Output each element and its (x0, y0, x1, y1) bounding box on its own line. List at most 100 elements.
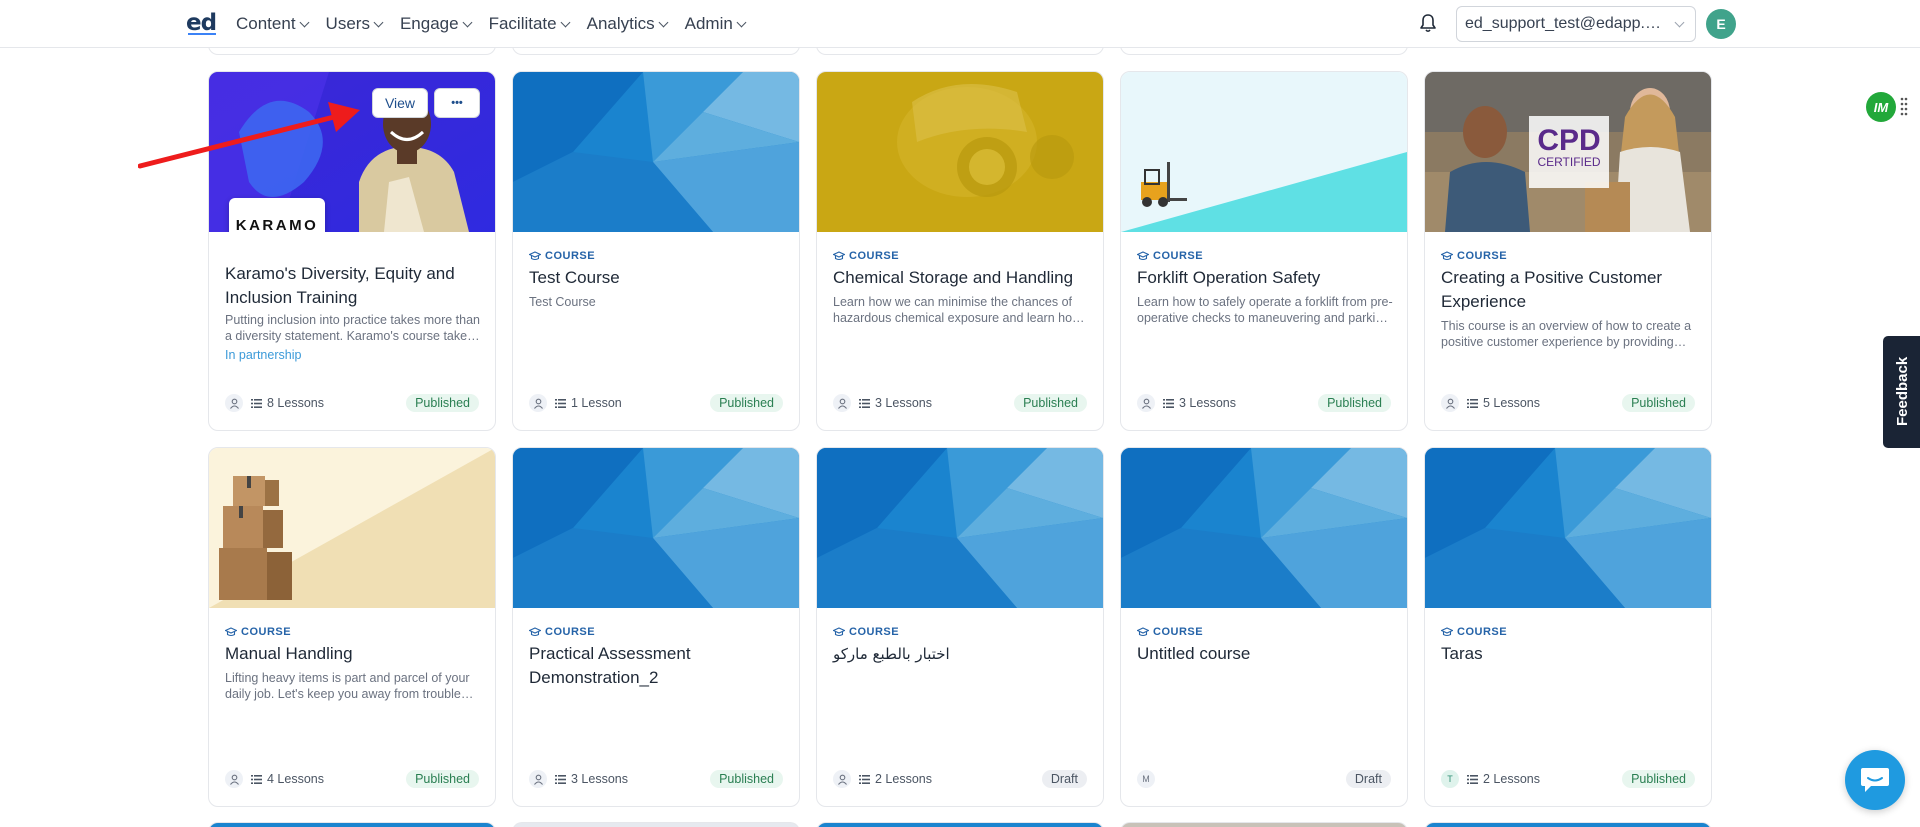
course-type-label: COURSE (241, 626, 292, 638)
user-icon (229, 398, 239, 409)
status-badge: Draft (1345, 770, 1391, 788)
red-arrow-annotation (138, 102, 360, 169)
nav-users[interactable]: Users (325, 14, 384, 34)
card-footer: 3 Lessons Published (833, 393, 1087, 413)
user-icon (533, 774, 543, 785)
nav-admin-label: Admin (684, 14, 733, 33)
lessons-label: 4 Lessons (267, 772, 324, 786)
chat-bubble-icon (1861, 768, 1889, 792)
course-card[interactable]: COURSE اختبار بالطبع ماركو 2 Lessons Dra… (816, 447, 1104, 807)
course-type-label: COURSE (1457, 250, 1508, 262)
more-options-button[interactable]: ••• (434, 88, 480, 118)
course-type-label: COURSE (1153, 626, 1204, 638)
course-description: Learn how we can minimise the chances of… (833, 295, 1082, 325)
list-icon (555, 774, 566, 784)
owner-avatar: T (1441, 770, 1459, 788)
partnership-label: In partnership (225, 348, 302, 362)
card-footer: 4 Lessons Published (225, 769, 479, 789)
course-type-label: COURSE (1153, 250, 1204, 262)
partner-logo: KARAMO (229, 198, 325, 232)
status-badge: Published (406, 770, 479, 788)
user-icon (229, 774, 239, 785)
feedback-tab[interactable]: Feedback (1883, 336, 1920, 448)
chevron-down-icon (736, 17, 747, 27)
list-icon (1467, 398, 1478, 408)
owner-avatar (1137, 394, 1155, 412)
chevron-down-icon (560, 17, 571, 27)
course-description: Putting inclusion into practice takes mo… (225, 313, 480, 343)
graduation-cap-icon (833, 627, 845, 637)
nav-admin[interactable]: Admin (684, 14, 747, 34)
owner-avatar (225, 394, 243, 412)
course-description: This course is an overview of how to cre… (1441, 319, 1692, 349)
course-type-tag: COURSE (1441, 250, 1507, 262)
drag-handle-icon[interactable] (1900, 96, 1908, 116)
card-partial-bottom (1424, 822, 1712, 827)
course-thumbnail (513, 448, 799, 608)
lessons-label: 8 Lessons (267, 396, 324, 410)
status-badge: Published (1318, 394, 1391, 412)
lessons-label: 1 Lesson (571, 396, 622, 410)
nav-users-label: Users (325, 14, 370, 33)
cpd-certified-logo: CPD CERTIFIED (1529, 116, 1609, 188)
course-description: Test Course (529, 295, 596, 309)
view-button[interactable]: View (372, 88, 428, 118)
lessons-label: 5 Lessons (1483, 396, 1540, 410)
card-footer: T 2 Lessons Published (1441, 769, 1695, 789)
owner-avatar (833, 770, 851, 788)
lessons-label: 3 Lessons (1179, 396, 1236, 410)
course-card[interactable]: COURSE Manual Handling Lifting heavy ite… (208, 447, 496, 807)
course-title: Forklift Operation Safety (1137, 268, 1321, 287)
graduation-cap-icon (1137, 251, 1149, 261)
im-extension-badge[interactable]: IM (1866, 92, 1896, 122)
card-footer: M Draft (1137, 769, 1391, 789)
status-badge: Published (406, 394, 479, 412)
owner-avatar (833, 394, 851, 412)
lessons-count: 5 Lessons (1467, 396, 1540, 410)
course-title: Practical Assessment Demonstration_2 (529, 644, 691, 687)
course-title: Creating a Positive Customer Experience (1441, 268, 1663, 311)
card-footer: 2 Lessons Draft (833, 769, 1087, 789)
user-icon (1141, 398, 1151, 409)
course-card[interactable]: COURSE Untitled course M Draft (1120, 447, 1408, 807)
course-description: Lifting heavy items is part and parcel o… (225, 671, 470, 701)
nav-facilitate[interactable]: Facilitate (488, 14, 571, 34)
course-card[interactable]: COURSE Test Course Test Course 1 Lesson … (512, 71, 800, 431)
course-type-label: COURSE (1457, 626, 1508, 638)
course-type-label: COURSE (545, 626, 596, 638)
card-footer: 3 Lessons Published (1137, 393, 1391, 413)
user-avatar[interactable]: E (1706, 9, 1736, 39)
graduation-cap-icon (1441, 627, 1453, 637)
course-type-label: COURSE (849, 626, 900, 638)
nav-content[interactable]: Content (236, 14, 309, 34)
lessons-label: 3 Lessons (571, 772, 628, 786)
course-card[interactable]: COURSE Taras T 2 Lessons Published (1424, 447, 1712, 807)
course-card[interactable]: COURSE Chemical Storage and Handling Lea… (816, 71, 1104, 431)
status-badge: Draft (1041, 770, 1087, 788)
account-select[interactable]: ed_support_test@edapp.com (1456, 6, 1696, 42)
course-thumbnail: CPD CERTIFIED (1425, 72, 1711, 232)
list-icon (251, 774, 262, 784)
graduation-cap-icon (529, 251, 541, 261)
chat-launcher-button[interactable] (1845, 750, 1905, 810)
course-thumbnail (1425, 448, 1711, 608)
list-icon (555, 398, 566, 408)
nav-engage[interactable]: Engage (400, 14, 473, 34)
lessons-count: 3 Lessons (859, 396, 932, 410)
card-partial-bottom (816, 822, 1104, 827)
account-email: ed_support_test@edapp.com (1465, 15, 1661, 32)
graduation-cap-icon (529, 627, 541, 637)
course-thumbnail (1121, 72, 1407, 232)
course-card[interactable]: COURSE Practical Assessment Demonstratio… (512, 447, 800, 807)
user-icon (837, 398, 847, 409)
nav-analytics[interactable]: Analytics (587, 14, 669, 34)
list-icon (251, 398, 262, 408)
bell-icon[interactable] (1419, 13, 1437, 33)
course-card[interactable]: COURSE Forklift Operation Safety Learn h… (1120, 71, 1408, 431)
course-title: Karamo's Diversity, Equity and Inclusion… (225, 264, 455, 307)
ed-logo[interactable]: ed (186, 10, 217, 36)
course-card[interactable]: CPD CERTIFIED COURSE Creating a Positive… (1424, 71, 1712, 431)
top-navigation-bar: ed Content Users Engage Facilitate Analy… (0, 0, 1920, 48)
nav-facilitate-label: Facilitate (488, 14, 557, 33)
lessons-label: 2 Lessons (875, 772, 932, 786)
